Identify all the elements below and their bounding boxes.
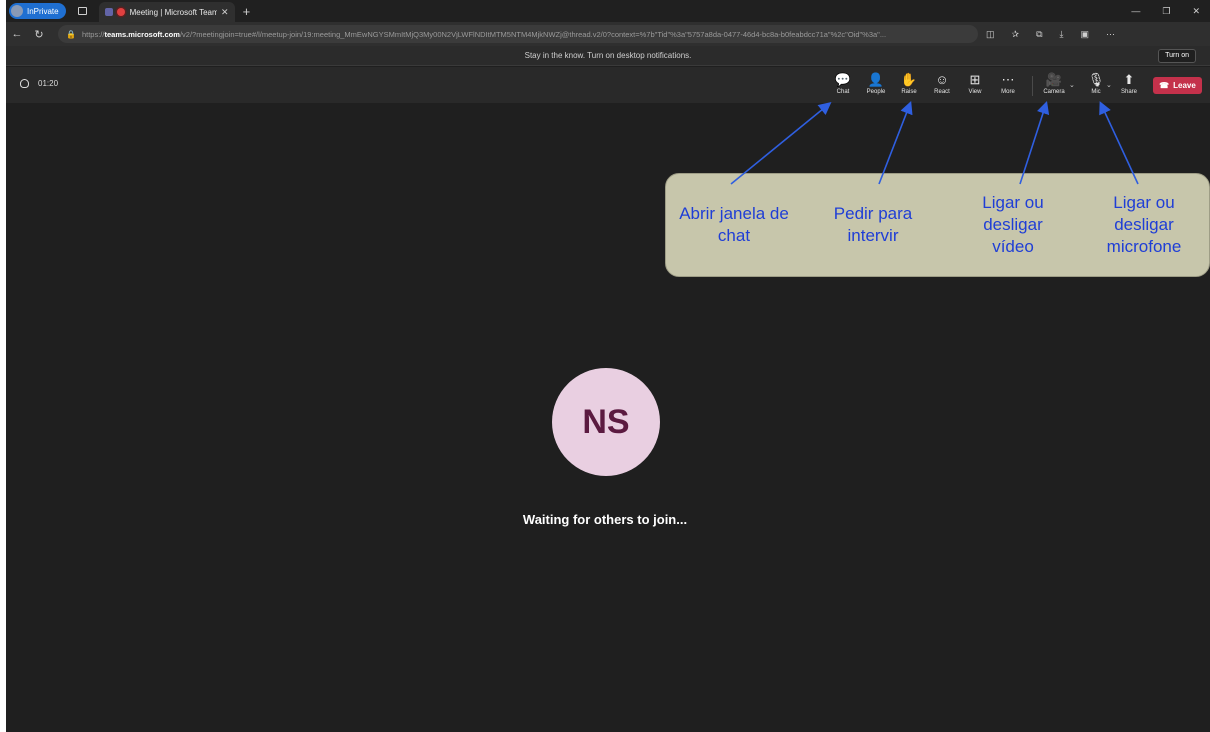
favorites-icon[interactable]: ✰	[1012, 29, 1020, 40]
react-button[interactable]: ☺ React	[927, 70, 957, 100]
notification-bar: Stay in the know. Turn on desktop notifi…	[6, 46, 1210, 66]
browser-tab-teams[interactable]: Meeting | Microsoft Teams ✕	[98, 2, 235, 22]
chat-label: Chat	[836, 89, 850, 95]
url-prefix: https://	[81, 29, 105, 39]
leave-button[interactable]: ☎ Leave	[1153, 77, 1202, 94]
downloads-icon[interactable]: ⤓	[1060, 29, 1064, 40]
chat-button[interactable]: 💬 Chat	[828, 70, 858, 100]
workspaces-icon[interactable]	[77, 7, 87, 15]
camera-label: Camera	[1043, 89, 1065, 95]
raise-label: Raise	[901, 89, 917, 95]
waiting-message: Waiting for others to join...	[522, 512, 688, 527]
annotation-mic: Ligar ou desligar microfone	[1106, 193, 1182, 256]
teams-favicon-icon	[104, 8, 113, 16]
people-icon: 👤	[867, 72, 885, 87]
refresh-icon[interactable]: ↻	[28, 28, 50, 41]
raise-hand-icon: ✋	[900, 72, 918, 87]
leave-label: Leave	[1173, 81, 1196, 90]
timer-text: 01:20	[38, 79, 59, 88]
more-icon: ⋯	[1001, 72, 1015, 87]
recording-icon	[116, 8, 125, 16]
toolbar-divider	[1032, 76, 1033, 96]
view-label: View	[968, 89, 982, 95]
share-button[interactable]: ⬆ Share	[1114, 70, 1144, 100]
new-tab-icon[interactable]: +	[243, 4, 251, 19]
meeting-toolbar: 01:20 💬 Chat 👤 People ✋ Raise ☺ React ⊞ …	[6, 67, 1210, 103]
close-window-icon[interactable]: ✕	[1192, 6, 1200, 17]
lock-icon[interactable]: 🔒	[66, 30, 76, 39]
close-tab-icon[interactable]: ✕	[221, 7, 229, 18]
split-screen-icon[interactable]: ◫	[986, 29, 995, 40]
mic-options-chevron-icon[interactable]: ⌄	[1106, 81, 1112, 89]
annotation-chat: Abrir janela de chat	[679, 204, 789, 245]
participant-avatar: NS	[552, 368, 660, 476]
people-label: People	[866, 89, 886, 95]
url-path: /v2/?meetingjoin=true#/l/meetup-join/19:…	[179, 29, 887, 39]
minimize-icon[interactable]: —	[1131, 6, 1140, 17]
camera-button[interactable]: 🎥 Camera	[1039, 70, 1069, 100]
hang-up-icon: ☎	[1159, 81, 1170, 90]
meeting-timer: 01:20	[20, 79, 58, 88]
shield-icon	[20, 79, 29, 88]
back-icon[interactable]: ←	[6, 28, 28, 40]
camera-options-chevron-icon[interactable]: ⌄	[1069, 81, 1075, 89]
more-button[interactable]: ⋯ More	[993, 70, 1023, 100]
address-row: ← ↻ 🔒 https://teams.microsoft.com/v2/?me…	[6, 22, 1210, 46]
window-controls: — ❐ ✕	[1131, 6, 1210, 17]
share-screen-icon: ⬆	[1123, 72, 1135, 87]
more-label: More	[1001, 89, 1015, 95]
profile-label: InPrivate	[27, 6, 59, 16]
chat-icon: 💬	[834, 72, 852, 87]
inprivate-profile-button[interactable]: InPrivate	[9, 3, 66, 19]
raise-hand-button[interactable]: ✋ Raise	[894, 70, 924, 100]
react-icon: ☺	[935, 72, 949, 87]
notification-text: Stay in the know. Turn on desktop notifi…	[524, 51, 692, 60]
view-grid-icon: ⊞	[969, 72, 981, 87]
avatar-initials: NS	[582, 402, 630, 441]
extensions-icon[interactable]: ▣	[1080, 29, 1089, 40]
restore-icon[interactable]: ❐	[1162, 6, 1170, 17]
profile-avatar-icon	[11, 5, 23, 17]
settings-more-icon[interactable]: ⋯	[1106, 29, 1115, 40]
browser-window: InPrivate Meeting | Microsoft Teams ✕ + …	[6, 0, 1210, 732]
react-label: React	[934, 89, 950, 95]
share-label: Share	[1120, 89, 1137, 95]
tab-title: Meeting | Microsoft Teams	[129, 7, 218, 17]
annotation-camera: Ligar ou desligar vídeo	[982, 193, 1044, 256]
turn-on-notifications-button[interactable]: Turn on	[1158, 49, 1196, 63]
url-domain: teams.microsoft.com	[104, 29, 180, 39]
people-button[interactable]: 👤 People	[861, 70, 891, 100]
tab-strip: InPrivate Meeting | Microsoft Teams ✕ + …	[6, 0, 1210, 22]
camera-off-icon: 🎥	[1045, 72, 1063, 87]
address-bar[interactable]: 🔒 https://teams.microsoft.com/v2/?meetin…	[58, 25, 978, 43]
collections-icon[interactable]: ⧉	[1036, 29, 1042, 40]
browser-toolbar-icons: ◫ ✰ ⧉ ⤓ ▣ ⋯	[986, 29, 1115, 40]
mic-label: Mic	[1091, 89, 1101, 95]
mic-icon: 🎙	[1087, 72, 1105, 87]
view-button[interactable]: ⊞ View	[960, 70, 990, 100]
annotation-raise: Pedir para intervir	[833, 204, 913, 245]
